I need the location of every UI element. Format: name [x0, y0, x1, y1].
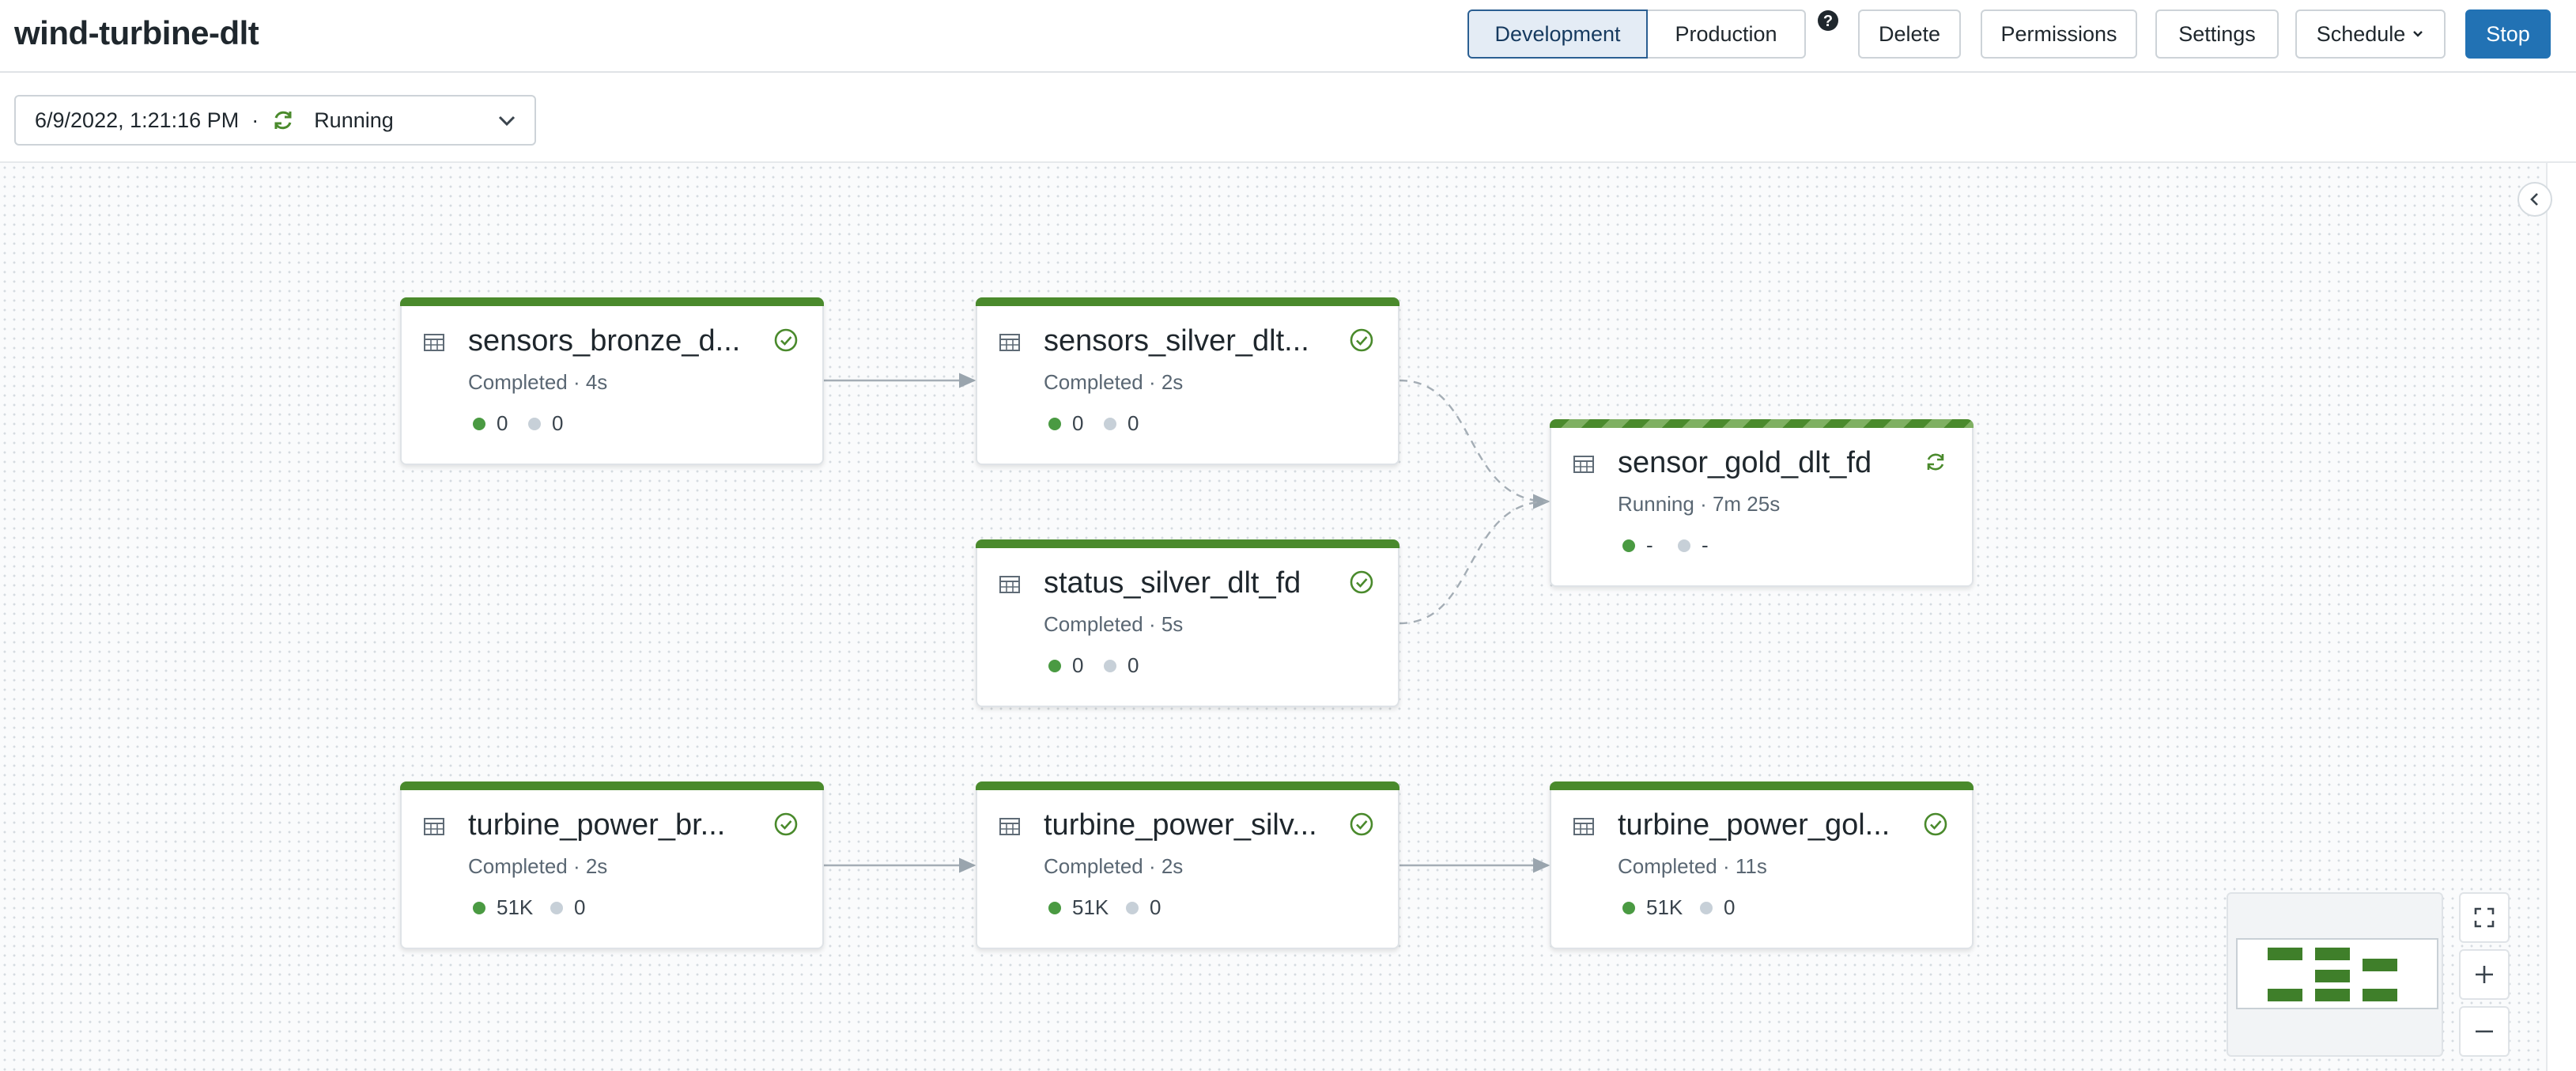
rows-dropped: 0	[528, 411, 563, 436]
rows-written: 51K	[1622, 895, 1683, 920]
permissions-button[interactable]: Permissions	[1981, 9, 2137, 59]
rows-dropped: 0	[1700, 895, 1735, 920]
rows-dropped: -	[1678, 533, 1709, 558]
dataset-node-turbine-power-gold[interactable]: turbine_power_gol... Completed · 11s 51K…	[1550, 781, 1974, 949]
refresh-icon	[1927, 453, 1944, 471]
minimap-node	[2315, 970, 2350, 982]
refresh-icon	[274, 111, 292, 130]
run-separator: ·	[251, 108, 259, 132]
table-icon	[424, 818, 444, 835]
settings-button[interactable]: Settings	[2155, 9, 2279, 59]
minimap-node	[2268, 989, 2302, 1001]
minimap-node	[2315, 989, 2350, 1001]
chevron-down-icon	[2413, 31, 2423, 37]
node-status-text: Running · 7m 25s	[1618, 492, 1781, 516]
minimap-node	[2268, 948, 2302, 960]
minimap-node	[2363, 989, 2397, 1001]
node-status-text: Completed · 2s	[468, 854, 608, 878]
table-icon	[1573, 818, 1594, 835]
rows-written: 51K	[1048, 895, 1109, 920]
dataset-node-turbine-power-silver[interactable]: turbine_power_silv... Completed · 2s 51K…	[976, 781, 1399, 949]
run-status: Running	[314, 108, 394, 132]
check-circle-icon	[774, 328, 798, 352]
zoom-out-button[interactable]	[2459, 1006, 2510, 1057]
table-icon	[424, 334, 444, 351]
graph-minimap[interactable]	[2227, 892, 2443, 1057]
minimap-viewport[interactable]	[2236, 938, 2438, 1009]
rows-dropped: 0	[550, 895, 585, 920]
rows-written: -	[1622, 533, 1653, 558]
schedule-label: Schedule	[2316, 21, 2406, 46]
schedule-button[interactable]: Schedule	[2295, 9, 2446, 59]
node-status-bar	[976, 539, 1399, 548]
node-status-bar	[976, 297, 1399, 306]
minus-icon	[2476, 1030, 2493, 1033]
node-status-bar-running	[1550, 419, 1974, 428]
node-status-bar	[1550, 781, 1974, 790]
question-circle-icon[interactable]: ?	[1817, 9, 1839, 32]
dataset-node-sensors-bronze[interactable]: sensors_bronze_d... Completed · 4s 0 0	[400, 297, 824, 465]
delete-button[interactable]: Delete	[1858, 9, 1961, 59]
development-mode-button[interactable]: Development	[1467, 9, 1648, 59]
node-name: sensors_silver_dlt...	[1044, 324, 1309, 358]
collapse-panel-button[interactable]	[2517, 182, 2552, 217]
rows-dropped: 0	[1104, 653, 1139, 678]
rows-written: 51K	[473, 895, 533, 920]
table-icon	[999, 818, 1020, 835]
check-circle-icon	[1924, 812, 1947, 836]
dataset-node-sensors-silver[interactable]: sensors_silver_dlt... Completed · 2s 0 0	[976, 297, 1399, 465]
node-name: turbine_power_br...	[468, 808, 726, 842]
node-name: turbine_power_gol...	[1618, 808, 1890, 842]
dataset-node-sensor-gold[interactable]: sensor_gold_dlt_fd Running · 7m 25s - -	[1550, 419, 1974, 587]
rows-written: 0	[1048, 653, 1083, 678]
check-circle-icon	[1350, 328, 1373, 352]
table-icon	[999, 576, 1020, 593]
run-bar: 6/9/2022, 1:21:16 PM · Running	[0, 73, 2576, 163]
node-status-text: Completed · 5s	[1044, 612, 1184, 636]
run-timestamp: 6/9/2022, 1:21:16 PM	[35, 108, 240, 132]
fullscreen-icon	[2474, 907, 2495, 928]
chevron-down-icon	[498, 115, 516, 127]
node-name: turbine_power_silv...	[1044, 808, 1317, 842]
rows-dropped: 0	[1126, 895, 1161, 920]
pipeline-title: wind-turbine-dlt	[14, 14, 259, 51]
rows-dropped: 0	[1104, 411, 1139, 436]
node-status-bar	[400, 297, 824, 306]
check-circle-icon	[774, 812, 798, 836]
check-circle-icon	[1350, 570, 1373, 594]
svg-text:?: ?	[1823, 13, 1833, 30]
minimap-node	[2315, 948, 2350, 960]
node-name: status_silver_dlt_fd	[1044, 566, 1301, 600]
node-name: sensor_gold_dlt_fd	[1618, 446, 1872, 479]
node-status-bar	[400, 781, 824, 790]
page-header: wind-turbine-dlt Development Production …	[0, 0, 2576, 73]
zoom-in-button[interactable]	[2459, 949, 2510, 1000]
details-panel-rail	[2546, 163, 2576, 1071]
fullscreen-button[interactable]	[2459, 892, 2510, 943]
stop-button[interactable]: Stop	[2465, 9, 2551, 59]
rows-written: 0	[1048, 411, 1083, 436]
table-icon	[999, 334, 1020, 351]
node-status-bar	[976, 781, 1399, 790]
rows-written: 0	[473, 411, 508, 436]
node-status-text: Completed · 2s	[1044, 854, 1184, 878]
table-icon	[1573, 456, 1594, 473]
node-status-text: Completed · 4s	[468, 370, 608, 394]
production-mode-button[interactable]: Production	[1648, 9, 1806, 59]
node-status-text: Completed · 2s	[1044, 370, 1184, 394]
dataset-node-turbine-power-bronze[interactable]: turbine_power_br... Completed · 2s 51K 0	[400, 781, 824, 949]
chevron-left-icon	[2530, 193, 2538, 206]
run-selector-dropdown[interactable]: 6/9/2022, 1:21:16 PM · Running	[14, 95, 536, 146]
node-name: sensors_bronze_d...	[468, 324, 741, 358]
dataset-node-status-silver[interactable]: status_silver_dlt_fd Completed · 5s 0 0	[976, 539, 1399, 707]
minimap-node	[2363, 959, 2397, 971]
plus-icon	[2476, 966, 2493, 983]
node-status-text: Completed · 11s	[1618, 854, 1767, 878]
check-circle-icon	[1350, 812, 1373, 836]
